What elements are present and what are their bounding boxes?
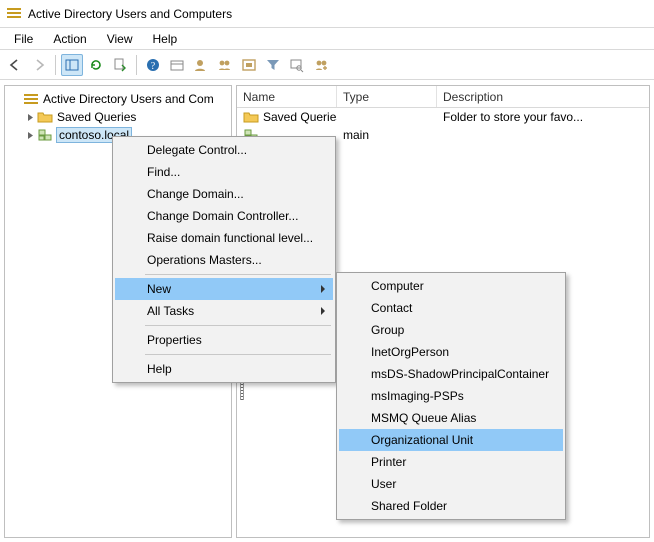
app-icon <box>6 6 22 22</box>
menu-item-change-domain[interactable]: Change Domain... <box>115 183 333 205</box>
new-group-button[interactable] <box>214 54 236 76</box>
menu-item-msds-shadowprincipalcontainer[interactable]: msDS-ShadowPrincipalContainer <box>339 363 563 385</box>
toolbar-separator <box>55 55 56 75</box>
tree-root-label: Active Directory Users and Com <box>43 92 214 106</box>
menu-item-label: Shared Folder <box>371 499 447 513</box>
menu-item-printer[interactable]: Printer <box>339 451 563 473</box>
chevron-right-icon <box>321 307 325 315</box>
window-title: Active Directory Users and Computers <box>28 7 232 21</box>
menu-item-label: New <box>147 282 171 296</box>
menu-item-change-domain-controller[interactable]: Change Domain Controller... <box>115 205 333 227</box>
help-button[interactable]: ? <box>142 54 164 76</box>
chevron-right-icon[interactable] <box>23 110 37 124</box>
menu-item-label: Help <box>147 362 172 376</box>
domain-icon <box>37 127 53 143</box>
find-button[interactable] <box>286 54 308 76</box>
menu-item-label: InetOrgPerson <box>371 345 449 359</box>
menu-item-label: Change Domain... <box>147 187 244 201</box>
add-to-group-button[interactable] <box>310 54 332 76</box>
menu-item-properties[interactable]: Properties <box>115 329 333 351</box>
chevron-right-icon <box>321 285 325 293</box>
row-type: main <box>337 128 437 142</box>
list-row[interactable]: Saved Queries Folder to store your favo.… <box>237 108 649 126</box>
menu-item-label: Change Domain Controller... <box>147 209 298 223</box>
menu-item-label: Raise domain functional level... <box>147 231 313 245</box>
menu-item-label: Operations Masters... <box>147 253 262 267</box>
column-description[interactable]: Description <box>437 86 649 107</box>
menu-item-group[interactable]: Group <box>339 319 563 341</box>
properties-button[interactable] <box>166 54 188 76</box>
filter-button[interactable] <box>262 54 284 76</box>
menu-separator <box>145 325 331 326</box>
context-menu[interactable]: Delegate Control... Find... Change Domain.… <box>112 136 336 383</box>
toolbar: ? <box>0 50 654 80</box>
menu-item-help[interactable]: Help <box>115 358 333 380</box>
export-list-button[interactable] <box>109 54 131 76</box>
menu-item-msimaging-psps[interactable]: msImaging-PSPs <box>339 385 563 407</box>
column-type[interactable]: Type <box>337 86 437 107</box>
menu-item-organizational-unit[interactable]: Organizational Unit <box>339 429 563 451</box>
menu-item-label: Find... <box>147 165 180 179</box>
menu-item-msmq-queue-alias[interactable]: MSMQ Queue Alias <box>339 407 563 429</box>
menu-item-label: Printer <box>371 455 406 469</box>
menu-item-label: msDS-ShadowPrincipalContainer <box>371 367 549 381</box>
menu-item-inetorgperson[interactable]: InetOrgPerson <box>339 341 563 363</box>
menu-item-contact[interactable]: Contact <box>339 297 563 319</box>
new-user-button[interactable] <box>190 54 212 76</box>
menu-item-label: msImaging-PSPs <box>371 389 464 403</box>
directory-icon <box>23 91 39 107</box>
menu-action[interactable]: Action <box>43 30 96 48</box>
folder-icon <box>243 109 259 125</box>
tree-saved-queries[interactable]: Saved Queries <box>7 108 229 126</box>
context-submenu-new[interactable]: Computer Contact Group InetOrgPerson msDS-Sh… <box>336 272 566 520</box>
menu-item-label: Group <box>371 323 404 337</box>
menu-item-label: Delegate Control... <box>147 143 247 157</box>
svg-text:?: ? <box>151 61 156 72</box>
menu-view[interactable]: View <box>97 30 143 48</box>
menu-separator <box>145 354 331 355</box>
menu-item-all-tasks[interactable]: All Tasks <box>115 300 333 322</box>
back-button[interactable] <box>4 54 26 76</box>
chevron-right-icon[interactable] <box>23 128 37 142</box>
menu-item-label: Organizational Unit <box>371 433 473 447</box>
row-name: Saved Queries <box>263 110 337 124</box>
menu-item-operations-masters[interactable]: Operations Masters... <box>115 249 333 271</box>
menu-item-label: Contact <box>371 301 412 315</box>
menubar: File Action View Help <box>0 28 654 50</box>
new-ou-button[interactable] <box>238 54 260 76</box>
show-hide-tree-button[interactable] <box>61 54 83 76</box>
list-header: Name Type Description <box>237 86 649 108</box>
tree-saved-queries-label: Saved Queries <box>57 110 136 124</box>
menu-file[interactable]: File <box>4 30 43 48</box>
menu-item-label: MSMQ Queue Alias <box>371 411 476 425</box>
menu-item-raise-domain-functional-level[interactable]: Raise domain functional level... <box>115 227 333 249</box>
menu-item-label: All Tasks <box>147 304 194 318</box>
tree-root[interactable]: Active Directory Users and Com <box>7 90 229 108</box>
titlebar: Active Directory Users and Computers <box>0 0 654 28</box>
column-name[interactable]: Name <box>237 86 337 107</box>
forward-button[interactable] <box>28 54 50 76</box>
menu-item-new[interactable]: New <box>115 278 333 300</box>
menu-separator <box>145 274 331 275</box>
menu-item-user[interactable]: User <box>339 473 563 495</box>
menu-item-delegate-control[interactable]: Delegate Control... <box>115 139 333 161</box>
menu-item-shared-folder[interactable]: Shared Folder <box>339 495 563 517</box>
menu-help[interactable]: Help <box>143 30 188 48</box>
menu-item-label: Computer <box>371 279 424 293</box>
menu-item-label: User <box>371 477 396 491</box>
toolbar-separator <box>136 55 137 75</box>
refresh-button[interactable] <box>85 54 107 76</box>
menu-item-computer[interactable]: Computer <box>339 275 563 297</box>
menu-item-find[interactable]: Find... <box>115 161 333 183</box>
folder-icon <box>37 109 53 125</box>
menu-item-label: Properties <box>147 333 202 347</box>
row-desc: Folder to store your favo... <box>437 110 649 124</box>
expander-icon[interactable] <box>9 92 23 106</box>
